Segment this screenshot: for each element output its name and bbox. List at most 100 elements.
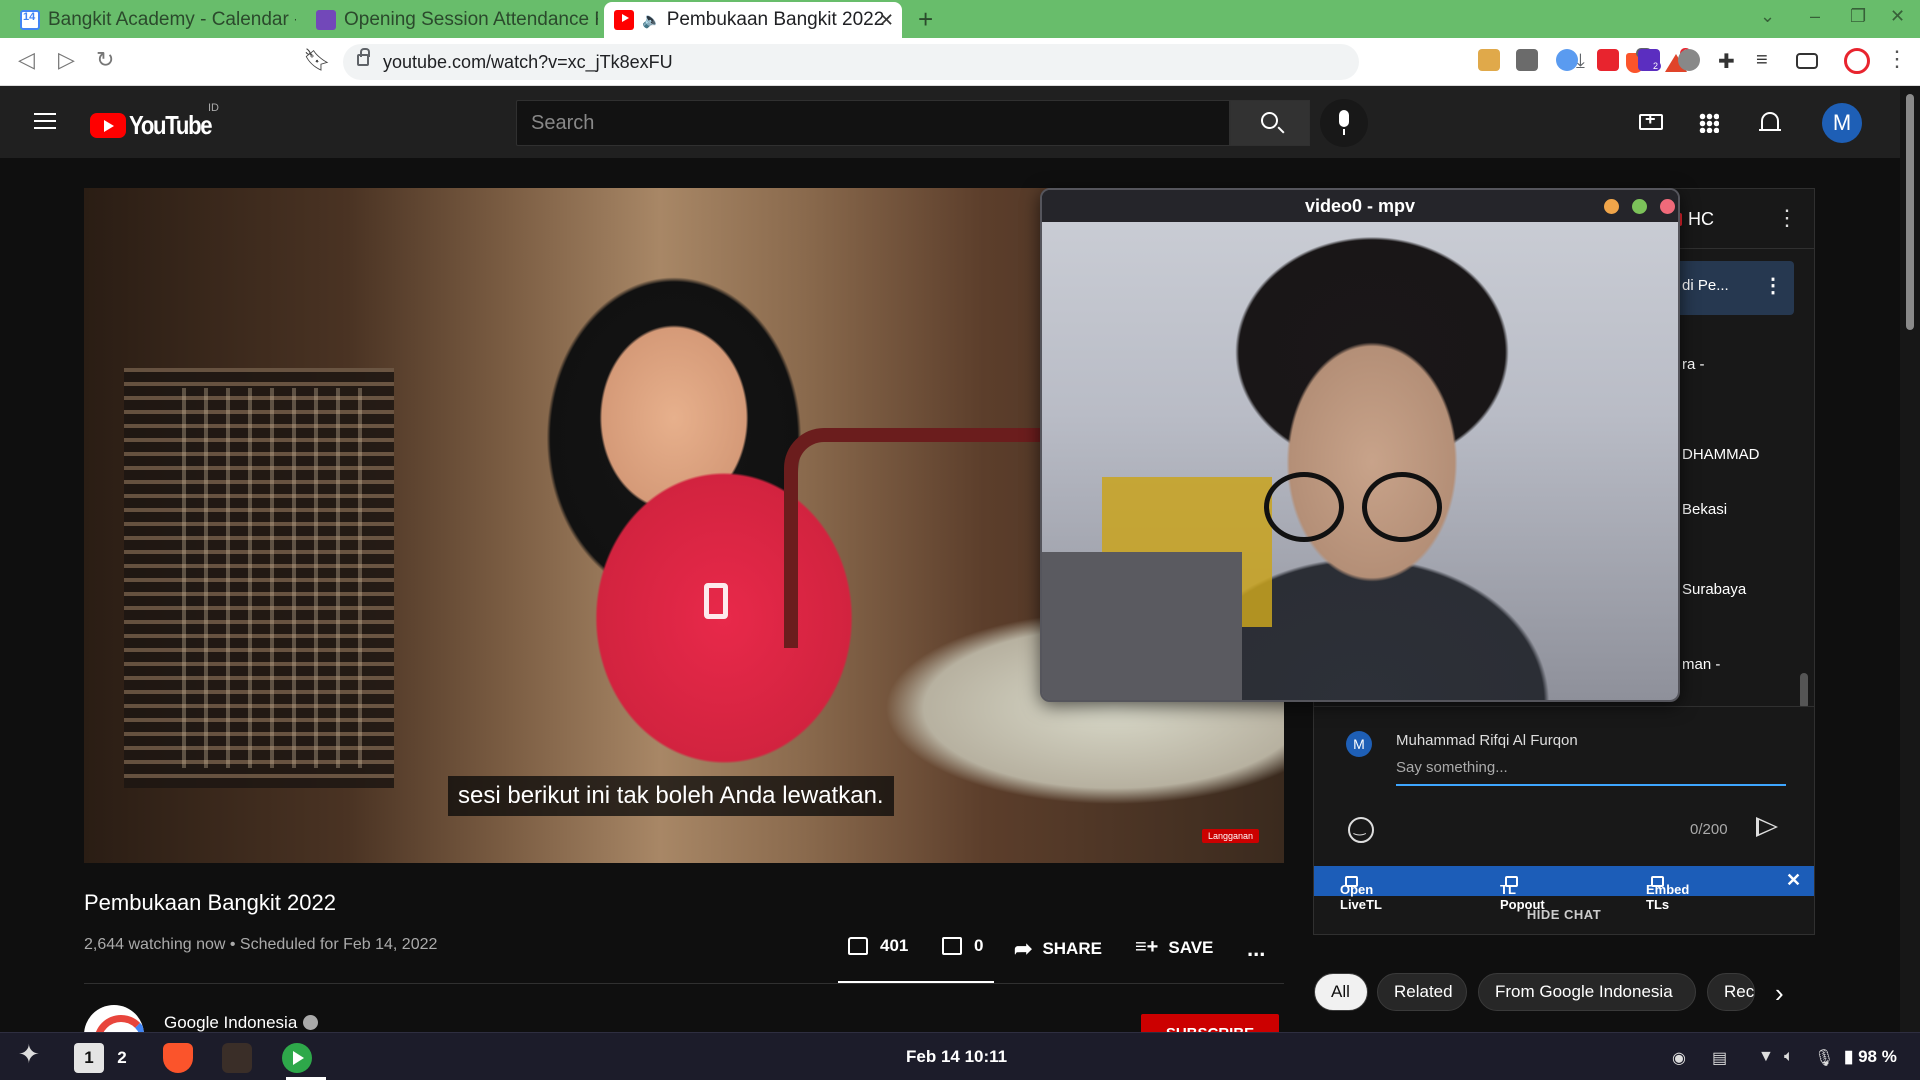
webcam-video: [1042, 222, 1678, 700]
thumbs-down-icon: [942, 937, 962, 955]
livetl-close-icon[interactable]: ✕: [1786, 870, 1801, 891]
mpv-titlebar[interactable]: video0 - mpv: [1042, 190, 1678, 222]
speaker-icon[interactable]: 🔈: [642, 11, 661, 29]
youtube-play-icon: [90, 113, 126, 138]
chat-input[interactable]: Say something...: [1396, 759, 1508, 776]
tab-calendar[interactable]: Bangkit Academy - Calendar -: [10, 2, 296, 38]
clock[interactable]: Feb 14 10:11: [906, 1047, 1007, 1067]
like-count: 401: [880, 936, 909, 955]
mpv-icon[interactable]: [282, 1043, 312, 1073]
chat-scrollbar[interactable]: [1800, 673, 1808, 709]
wifi-icon[interactable]: ▼: [1758, 1048, 1774, 1066]
puzzle-icon[interactable]: ✚: [1718, 49, 1740, 73]
maximize-icon[interactable]: [1632, 199, 1647, 214]
share-button[interactable]: ➦ SHARE: [1014, 936, 1102, 962]
hamburger-icon[interactable]: [34, 113, 56, 129]
mpv-window[interactable]: video0 - mpv: [1040, 188, 1680, 702]
url-field[interactable]: youtube.com/watch?v=xc_jTk8exFU ⤓ 99 1: [343, 44, 1692, 80]
share-icon: ➦: [1014, 936, 1033, 961]
brave-icon[interactable]: [163, 1043, 193, 1073]
bitwarden-icon[interactable]: [1516, 49, 1538, 71]
back-icon[interactable]: ◁: [18, 47, 35, 73]
dislike-button[interactable]: 0: [942, 936, 983, 956]
save-button[interactable]: ≡+ SAVE: [1135, 936, 1213, 959]
avatar[interactable]: M: [1822, 103, 1862, 143]
verified-icon: [303, 1015, 319, 1030]
calendar-icon: [20, 10, 40, 30]
divider: [84, 983, 1284, 984]
send-icon[interactable]: [1756, 817, 1778, 837]
tab-youtube[interactable]: 🔈 Pembukaan Bangkit 2022 ✕: [604, 2, 902, 38]
extension-icon[interactable]: [1678, 49, 1700, 71]
chip-recent[interactable]: Rec: [1707, 973, 1755, 1011]
lock-icon[interactable]: [357, 48, 370, 66]
address-bar: ◁ ▷ ↻ 🔖︎ youtube.com/watch?v=xc_jTk8exFU…: [0, 38, 1920, 86]
youtube-header: YouTube ID Search M: [0, 86, 1920, 158]
workspace-2[interactable]: 2: [107, 1043, 137, 1073]
battery-icon: ▮: [1844, 1047, 1859, 1066]
mic-tray-icon[interactable]: 🎙︎: [1814, 1048, 1834, 1068]
media-control-icon[interactable]: ≡: [1756, 49, 1778, 71]
voice-search-button[interactable]: [1320, 99, 1368, 147]
thumbs-up-icon: [848, 937, 868, 955]
chat-message: man -: [1682, 656, 1721, 673]
restore-icon[interactable]: ❐: [1850, 6, 1866, 27]
workspace-1[interactable]: 1: [74, 1043, 104, 1073]
page-scrollbar[interactable]: [1900, 86, 1920, 1032]
launcher-icon[interactable]: [16, 1039, 48, 1070]
subtitle-caption: sesi berikut ini tak boleh Anda lewatkan…: [448, 776, 894, 816]
search-button[interactable]: [1230, 100, 1310, 146]
extension-icon[interactable]: [1597, 49, 1619, 71]
channel-name[interactable]: Google Indonesia: [164, 1013, 319, 1033]
reload-icon[interactable]: ↻: [96, 47, 114, 73]
terminal-icon[interactable]: [222, 1043, 252, 1073]
menu-icon[interactable]: ⋮: [1886, 46, 1908, 72]
chip-related[interactable]: Related: [1377, 973, 1467, 1011]
extension-icon[interactable]: [1556, 49, 1578, 71]
bookmark-icon[interactable]: 🔖︎: [303, 47, 331, 73]
tab-attendance-form[interactable]: Opening Session Attendance F: [306, 2, 598, 38]
like-button[interactable]: 401: [848, 936, 908, 956]
open-livetl-button[interactable]: Open LiveTL: [1340, 874, 1382, 912]
chat-user-name: Muhammad Rifqi Al Furqon: [1396, 732, 1578, 749]
forward-icon[interactable]: ▷: [58, 47, 75, 73]
tl-popout-button[interactable]: TL Popout: [1500, 874, 1545, 912]
clipboard-icon[interactable]: ▤: [1712, 1048, 1727, 1068]
youtube-logo[interactable]: YouTube ID: [90, 102, 226, 141]
notifications-icon[interactable]: [1759, 112, 1781, 131]
extension-icon[interactable]: [1478, 49, 1500, 71]
extension-icon[interactable]: 2: [1638, 49, 1662, 71]
chevron-right-icon[interactable]: ›: [1775, 978, 1784, 1009]
embed-tls-button[interactable]: Embed TLs: [1646, 874, 1689, 912]
pinned-menu-icon[interactable]: ⋮: [1763, 273, 1783, 298]
wallet-icon[interactable]: [1796, 53, 1818, 69]
close-icon[interactable]: [1660, 199, 1675, 214]
volume-icon[interactable]: 🔈︎: [1784, 1048, 1794, 1066]
minimize-icon[interactable]: –: [1810, 6, 1820, 27]
background-shelf: [1042, 552, 1242, 700]
search-input[interactable]: Search: [516, 100, 1230, 146]
subscribe-watermark[interactable]: Langganan: [1202, 829, 1260, 843]
chip-from-google-indonesia[interactable]: From Google Indonesia: [1478, 973, 1696, 1011]
chevron-down-icon[interactable]: ⌄: [1760, 6, 1775, 27]
close-tab-icon[interactable]: ✕: [879, 10, 894, 31]
emoji-icon[interactable]: [1348, 817, 1374, 843]
more-actions-icon[interactable]: ...: [1247, 936, 1265, 962]
chat-header-tag: HC: [1688, 209, 1714, 229]
battery-status[interactable]: ▮ 98 %: [1844, 1047, 1897, 1067]
apps-grid-icon[interactable]: [1699, 113, 1719, 133]
create-video-icon[interactable]: [1639, 109, 1663, 130]
channel-name-text: Google Indonesia: [164, 1013, 298, 1032]
minimize-icon[interactable]: [1604, 199, 1619, 214]
share-label: SHARE: [1042, 939, 1102, 958]
discord-icon[interactable]: ◉: [1672, 1048, 1686, 1068]
form-icon: [316, 10, 336, 30]
new-tab-button[interactable]: +: [918, 4, 933, 35]
chat-menu-icon[interactable]: ⋮: [1776, 205, 1798, 231]
chip-all[interactable]: All: [1314, 973, 1368, 1011]
scrollbar-thumb[interactable]: [1906, 94, 1914, 330]
profile-icon[interactable]: [1844, 48, 1870, 74]
chat-message: DHAMMAD: [1682, 446, 1760, 463]
close-window-icon[interactable]: ✕: [1890, 6, 1905, 27]
hide-chat-button[interactable]: HIDE CHAT: [1314, 896, 1814, 934]
